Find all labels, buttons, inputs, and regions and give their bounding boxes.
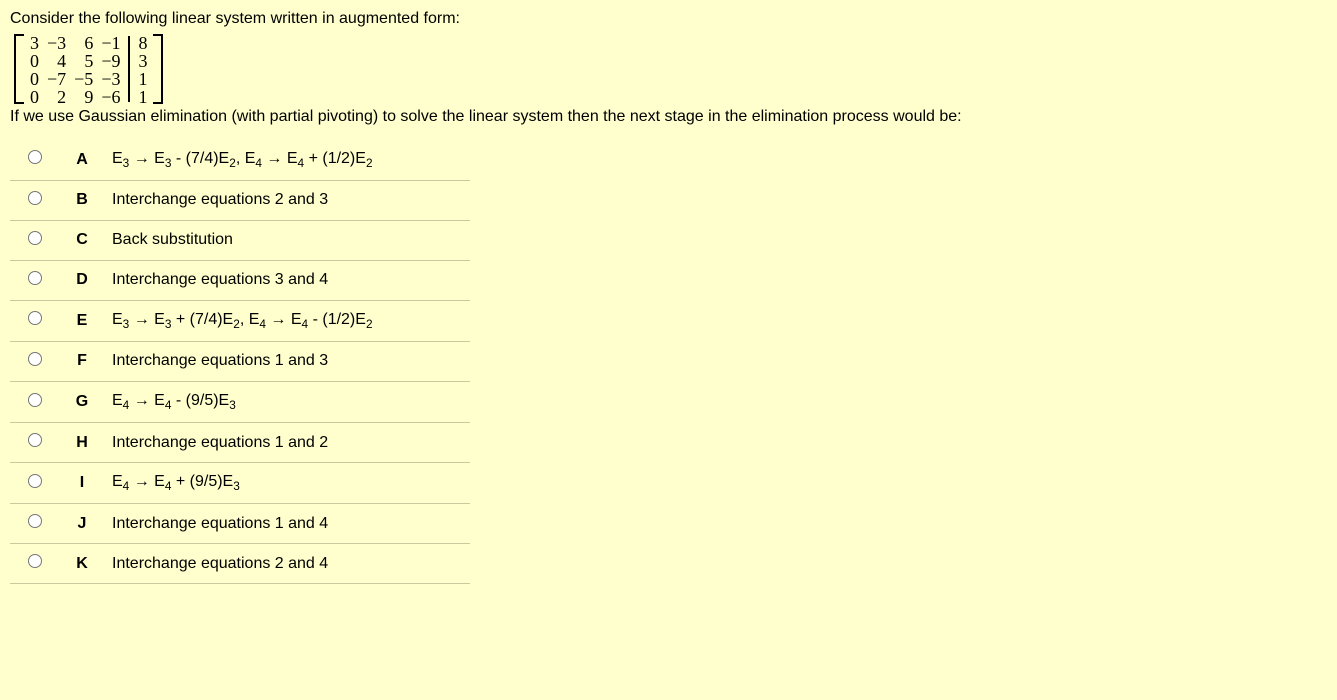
- option-radio-cell: [10, 463, 60, 504]
- matrix-cell: 2: [47, 88, 66, 106]
- option-radio-cell: [10, 260, 60, 300]
- matrix-body: 3 0 0 0 −3 4 −7 2 6 5 −5 9 −1 −9 −3 −6 8…: [26, 34, 151, 104]
- bracket-right-icon: [151, 34, 163, 104]
- matrix-cell: −3: [101, 70, 120, 88]
- option-letter: B: [60, 180, 104, 220]
- matrix-col-1: 3 0 0 0: [26, 34, 43, 104]
- matrix-cell: −3: [47, 34, 66, 52]
- augment-bar-icon: [128, 36, 130, 102]
- matrix-cell: 1: [138, 70, 147, 88]
- options-list: AE3 → E3 - (7/4)E2, E4 → E4 + (1/2)E2BIn…: [10, 140, 470, 585]
- option-text: Interchange equations 1 and 2: [104, 423, 470, 463]
- question-intro: Consider the following linear system wri…: [10, 8, 1327, 30]
- option-radio-k[interactable]: [28, 554, 42, 568]
- option-text: Interchange equations 2 and 3: [104, 180, 470, 220]
- question-followup: If we use Gaussian elimination (with par…: [10, 108, 1327, 126]
- matrix-cell: 1: [138, 88, 147, 106]
- option-radio-e[interactable]: [28, 311, 42, 325]
- option-letter: C: [60, 220, 104, 260]
- option-radio-cell: [10, 544, 60, 584]
- matrix-cell: 9: [74, 88, 93, 106]
- option-radio-j[interactable]: [28, 514, 42, 528]
- option-row-c[interactable]: CBack substitution: [10, 220, 470, 260]
- matrix-cell: 3: [138, 52, 147, 70]
- option-row-k[interactable]: KInterchange equations 2 and 4: [10, 544, 470, 584]
- option-row-g[interactable]: GE4 → E4 - (9/5)E3: [10, 381, 470, 422]
- option-radio-a[interactable]: [28, 150, 42, 164]
- option-radio-cell: [10, 341, 60, 381]
- option-letter: A: [60, 140, 104, 181]
- bracket-left-icon: [14, 34, 26, 104]
- matrix-cell: 6: [74, 34, 93, 52]
- option-text: E3 → E3 + (7/4)E2, E4 → E4 - (1/2)E2: [104, 300, 470, 341]
- option-row-j[interactable]: JInterchange equations 1 and 4: [10, 504, 470, 544]
- matrix-col-b: 8 3 1 1: [134, 34, 151, 104]
- option-radio-i[interactable]: [28, 474, 42, 488]
- matrix-col-2: −3 4 −7 2: [43, 34, 70, 104]
- option-row-d[interactable]: DInterchange equations 3 and 4: [10, 260, 470, 300]
- matrix-cell: 3: [30, 34, 39, 52]
- option-radio-cell: [10, 140, 60, 181]
- option-letter: F: [60, 341, 104, 381]
- option-letter: J: [60, 504, 104, 544]
- matrix-cell: 0: [30, 52, 39, 70]
- option-row-a[interactable]: AE3 → E3 - (7/4)E2, E4 → E4 + (1/2)E2: [10, 140, 470, 181]
- matrix-cell: −6: [101, 88, 120, 106]
- option-row-e[interactable]: EE3 → E3 + (7/4)E2, E4 → E4 - (1/2)E2: [10, 300, 470, 341]
- matrix-cell: −7: [47, 70, 66, 88]
- option-radio-f[interactable]: [28, 352, 42, 366]
- option-letter: E: [60, 300, 104, 341]
- option-radio-h[interactable]: [28, 433, 42, 447]
- option-letter: I: [60, 463, 104, 504]
- option-letter: G: [60, 381, 104, 422]
- option-text: Interchange equations 3 and 4: [104, 260, 470, 300]
- option-radio-d[interactable]: [28, 271, 42, 285]
- option-letter: K: [60, 544, 104, 584]
- option-text: E4 → E4 - (9/5)E3: [104, 381, 470, 422]
- option-radio-c[interactable]: [28, 231, 42, 245]
- matrix-cell: 0: [30, 88, 39, 106]
- option-text: Interchange equations 1 and 4: [104, 504, 470, 544]
- option-row-f[interactable]: FInterchange equations 1 and 3: [10, 341, 470, 381]
- option-radio-cell: [10, 423, 60, 463]
- option-radio-cell: [10, 180, 60, 220]
- option-text: E4 → E4 + (9/5)E3: [104, 463, 470, 504]
- option-letter: D: [60, 260, 104, 300]
- matrix-cell: 5: [74, 52, 93, 70]
- augmented-matrix: 3 0 0 0 −3 4 −7 2 6 5 −5 9 −1 −9 −3 −6 8…: [14, 34, 1327, 104]
- matrix-cell: 4: [47, 52, 66, 70]
- option-radio-cell: [10, 300, 60, 341]
- option-row-b[interactable]: BInterchange equations 2 and 3: [10, 180, 470, 220]
- matrix-cell: −5: [74, 70, 93, 88]
- matrix-cell: −9: [101, 52, 120, 70]
- matrix-cell: 0: [30, 70, 39, 88]
- matrix-col-3: 6 5 −5 9: [70, 34, 97, 104]
- matrix-cell: 8: [138, 34, 147, 52]
- option-row-i[interactable]: IE4 → E4 + (9/5)E3: [10, 463, 470, 504]
- option-radio-b[interactable]: [28, 191, 42, 205]
- matrix-cell: −1: [101, 34, 120, 52]
- option-radio-cell: [10, 504, 60, 544]
- option-text: E3 → E3 - (7/4)E2, E4 → E4 + (1/2)E2: [104, 140, 470, 181]
- option-letter: H: [60, 423, 104, 463]
- option-row-h[interactable]: HInterchange equations 1 and 2: [10, 423, 470, 463]
- option-text: Interchange equations 1 and 3: [104, 341, 470, 381]
- option-text: Back substitution: [104, 220, 470, 260]
- matrix-col-4: −1 −9 −3 −6: [97, 34, 124, 104]
- option-radio-g[interactable]: [28, 393, 42, 407]
- option-radio-cell: [10, 220, 60, 260]
- option-radio-cell: [10, 381, 60, 422]
- option-text: Interchange equations 2 and 4: [104, 544, 470, 584]
